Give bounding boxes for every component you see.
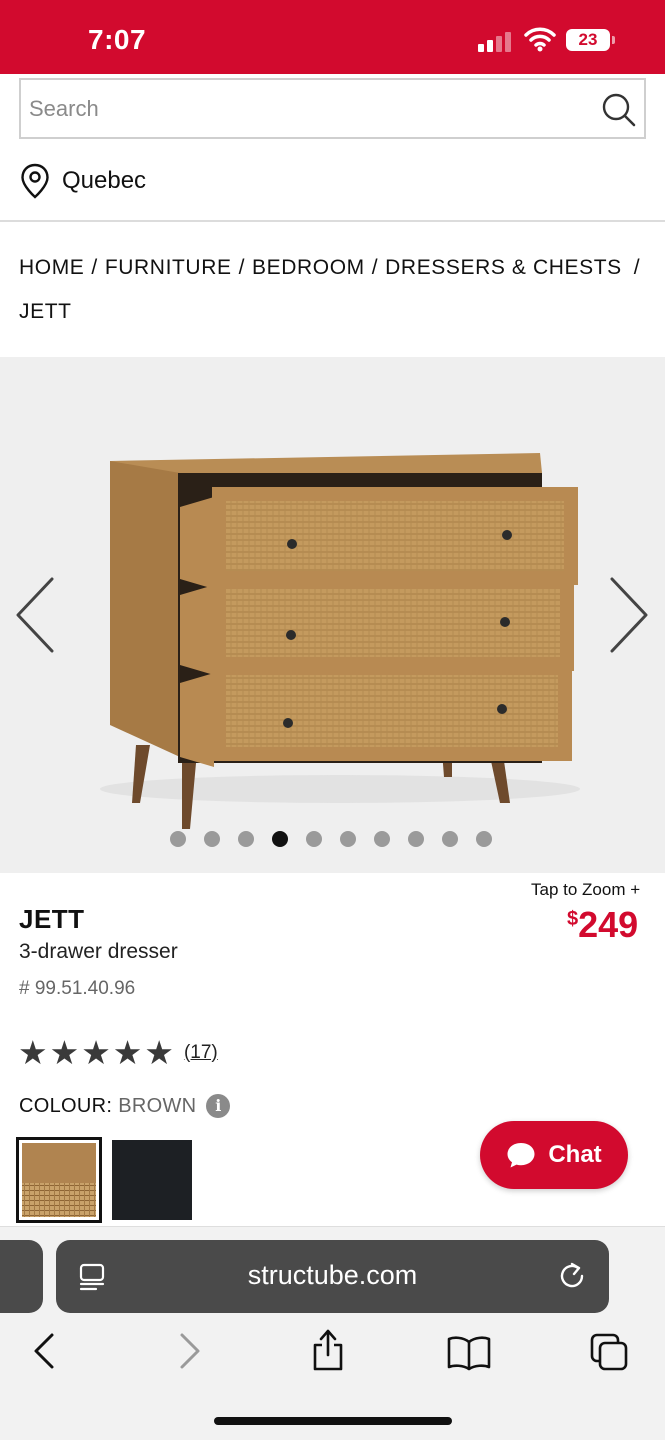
gallery-dot[interactable] [442, 831, 458, 847]
chat-bubble-icon [507, 1143, 535, 1168]
home-indicator [214, 1417, 452, 1425]
gallery-dot[interactable] [340, 831, 356, 847]
gallery-dot[interactable] [374, 831, 390, 847]
breadcrumb-separator: / [371, 256, 379, 279]
breadcrumb-dressers-chests[interactable]: DRESSERS & CHESTS [385, 256, 622, 279]
star-icon: ★ [81, 1034, 111, 1071]
review-count-link[interactable]: (17) [184, 1042, 218, 1064]
price-currency: $ [567, 908, 579, 930]
gallery-dot[interactable] [306, 831, 322, 847]
address-bar[interactable]: structube.com [56, 1240, 609, 1313]
url-text: structube.com [247, 1260, 418, 1290]
breadcrumb-bedroom[interactable]: BEDROOM [252, 256, 365, 279]
star-icon: ★ [18, 1034, 48, 1071]
gallery-dot[interactable] [408, 831, 424, 847]
previous-image-chevron-icon[interactable] [14, 575, 58, 655]
gallery-dot[interactable] [204, 831, 220, 847]
store-location[interactable]: Quebec [20, 160, 146, 202]
breadcrumb-current: JETT [19, 300, 72, 323]
gallery-dot[interactable] [170, 831, 186, 847]
product-name: JETT [19, 904, 85, 934]
location-label: Quebec [62, 167, 147, 194]
breadcrumb-furniture[interactable]: FURNITURE [105, 256, 232, 279]
star-icon: ★ [49, 1034, 80, 1071]
search-box [19, 78, 646, 139]
search-input[interactable] [29, 88, 589, 130]
browser-toolbar: structube.com [0, 1226, 665, 1440]
breadcrumb: HOME / FURNITURE / BEDROOM / DRESSERS & CHESTS… [19, 246, 649, 334]
wifi-icon [524, 27, 556, 52]
colour-value: BROWN [118, 1094, 197, 1117]
price-value: 249 [578, 904, 639, 945]
product-rating[interactable]: ★ ★ ★ ★ ★ (17) [18, 1036, 218, 1069]
forward-chevron-icon[interactable] [178, 1331, 202, 1371]
status-bar: 7:07 23 [0, 0, 665, 74]
breadcrumb-separator: / [633, 256, 641, 279]
next-image-chevron-icon[interactable] [606, 575, 650, 655]
breadcrumb-separator: / [91, 256, 98, 279]
product-sku: # 99.51.40.96 [19, 978, 136, 999]
chat-label: Chat [548, 1141, 602, 1168]
colour-selector: COLOUR: BROWN i [19, 1094, 231, 1118]
status-time: 7:07 [88, 24, 147, 55]
gallery-dot-active[interactable] [272, 831, 288, 847]
product-subtitle: 3-drawer dresser [19, 940, 178, 963]
location-pin-icon [21, 163, 49, 199]
swatch-brown[interactable] [16, 1137, 102, 1223]
gallery-dot[interactable] [238, 831, 254, 847]
divider [0, 220, 665, 222]
colour-label: COLOUR: [19, 1094, 113, 1117]
search-icon[interactable] [601, 92, 637, 128]
previous-tab-preview[interactable] [0, 1240, 43, 1313]
cellular-signal-icon [478, 30, 514, 52]
chat-button[interactable]: Chat [480, 1121, 628, 1189]
product-image-gallery[interactable] [0, 357, 665, 873]
gallery-dot[interactable] [476, 831, 492, 847]
tabs-icon[interactable] [588, 1331, 630, 1373]
breadcrumb-home[interactable]: HOME [19, 256, 84, 279]
bookmarks-icon[interactable] [446, 1335, 492, 1371]
info-icon[interactable]: i [206, 1094, 231, 1118]
share-icon[interactable] [310, 1327, 346, 1373]
back-chevron-icon[interactable] [32, 1331, 56, 1371]
swatch-black[interactable] [112, 1140, 192, 1220]
star-icon: ★ [112, 1034, 143, 1071]
gallery-pagination-dots [170, 831, 492, 847]
swatch-brown-image [22, 1143, 96, 1217]
reload-icon[interactable] [556, 1260, 588, 1292]
battery-indicator: 23 [566, 29, 615, 51]
product-price: $249 [567, 904, 638, 946]
star-icon: ★ [144, 1034, 174, 1071]
breadcrumb-separator: / [238, 256, 246, 279]
tap-to-zoom[interactable]: Tap to Zoom + [531, 880, 640, 900]
product-image [100, 453, 580, 829]
